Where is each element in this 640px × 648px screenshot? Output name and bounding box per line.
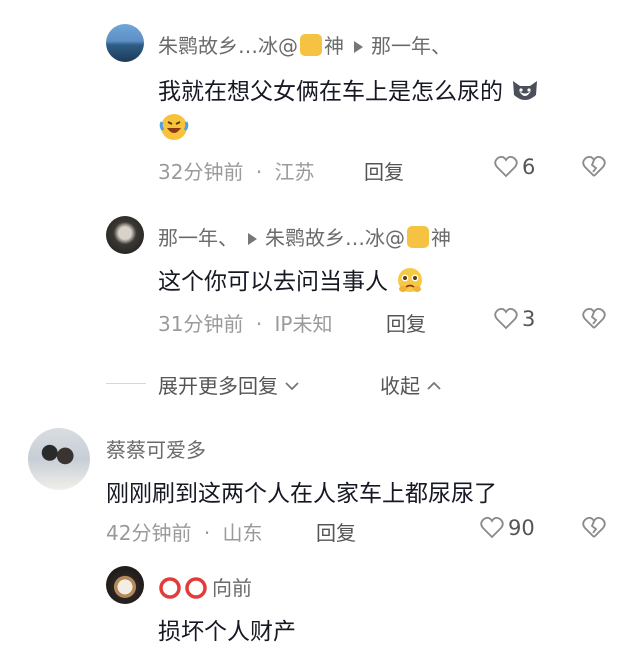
location: IP未知	[274, 312, 333, 336]
like-button[interactable]	[494, 155, 518, 182]
avatar[interactable]	[106, 24, 144, 62]
meta-separator: ·	[203, 521, 211, 545]
avatar[interactable]	[28, 428, 90, 490]
thread-divider	[106, 383, 146, 384]
location: 江苏	[274, 160, 315, 184]
laughing-emoji-icon	[158, 110, 190, 146]
expand-more-label: 展开更多回复	[158, 374, 278, 398]
comment-author[interactable]: 蔡蔡可爱多	[106, 434, 206, 463]
timestamp: 42分钟前	[106, 521, 192, 545]
comment-text: 我就在想父女俩在车上是怎么尿的	[158, 72, 540, 106]
dislike-button[interactable]	[582, 155, 606, 182]
comment-text: 这个你可以去问当事人	[158, 262, 425, 296]
reply-button[interactable]: 回复	[386, 308, 426, 337]
timestamp: 31分钟前	[158, 312, 244, 336]
comment-author-line: 向前	[158, 572, 252, 601]
red-circles-emoji-icon	[159, 577, 207, 599]
reply-to-user[interactable]: 那一年、	[371, 34, 451, 58]
comment-author[interactable]: 那一年、	[158, 226, 238, 250]
thumbs-up-emoji-icon	[407, 226, 429, 248]
comment-meta: 31分钟前 · IP未知	[158, 308, 333, 337]
like-count: 90	[508, 516, 535, 540]
heart-icon	[480, 516, 504, 539]
husky-emoji-icon	[513, 81, 538, 100]
collapse-replies-button[interactable]: 收起	[380, 370, 442, 399]
reply-to-user[interactable]: 朱鹮故乡…冰@	[265, 226, 405, 250]
thumbs-up-emoji-icon	[300, 34, 322, 56]
chevron-up-icon	[427, 381, 441, 390]
broken-heart-icon	[582, 307, 606, 329]
collapse-label: 收起	[380, 374, 420, 398]
avatar[interactable]	[106, 566, 144, 604]
pleading-emoji-icon	[398, 268, 423, 292]
comment-text-content: 这个你可以去问当事人	[158, 269, 388, 295]
heart-icon	[494, 307, 518, 330]
reply-to-suffix: 神	[431, 226, 451, 250]
comment-author-line: 那一年、 朱鹮故乡…冰@ 神	[158, 222, 451, 251]
reply-button[interactable]: 回复	[316, 517, 356, 546]
comment-text: 刚刚刷到这两个人在人家车上都尿尿了	[106, 481, 497, 507]
dislike-button[interactable]	[582, 516, 606, 543]
meta-separator: ·	[255, 160, 263, 184]
broken-heart-icon	[582, 516, 606, 538]
comment-author[interactable]: 向前	[212, 576, 252, 600]
like-count: 6	[522, 155, 536, 179]
author-suffix: 神	[324, 34, 344, 58]
comment-meta: 32分钟前 · 江苏	[158, 156, 315, 185]
comment-text-content: 我就在想父女俩在车上是怎么尿的	[158, 79, 503, 105]
expand-more-replies-button[interactable]: 展开更多回复	[158, 370, 300, 399]
dislike-button[interactable]	[582, 307, 606, 334]
reply-arrow-icon	[354, 40, 363, 53]
broken-heart-icon	[582, 155, 606, 177]
avatar[interactable]	[106, 216, 144, 254]
like-button[interactable]	[480, 516, 504, 543]
comment-text: 损坏个人财产	[158, 619, 296, 645]
comment-meta: 42分钟前 · 山东	[106, 517, 263, 546]
like-count: 3	[522, 307, 536, 331]
chevron-down-icon	[285, 382, 299, 391]
timestamp: 32分钟前	[158, 160, 244, 184]
meta-separator: ·	[255, 312, 263, 336]
heart-icon	[494, 155, 518, 178]
comment-author-line: 朱鹮故乡…冰@ 神 那一年、	[158, 30, 451, 59]
reply-arrow-icon	[248, 232, 257, 245]
reply-button[interactable]: 回复	[364, 156, 404, 185]
like-button[interactable]	[494, 307, 518, 334]
location: 山东	[222, 521, 263, 545]
comment-author[interactable]: 朱鹮故乡…冰@	[158, 34, 298, 58]
